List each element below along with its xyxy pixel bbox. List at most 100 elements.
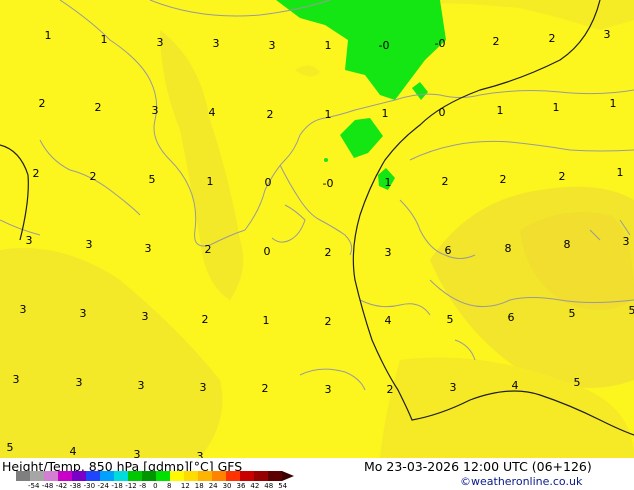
temperature-label: 4: [512, 379, 519, 392]
temperature-label: 5: [569, 307, 576, 320]
colorbar-tick-label: 24: [208, 482, 218, 490]
colorbar-segment: [16, 471, 31, 481]
colorbar-segment: [184, 471, 199, 481]
temperature-label: 3: [623, 235, 630, 248]
colorbar-segment: [226, 471, 241, 481]
temperature-label: 2: [39, 97, 46, 110]
weather-map-page: 1 1 3 3 3 1 -0 -0 2 2 3 2 2 3 4 2 1 1 0 1 1 1 2 2 5 1 0 -0 1 2 2 2 1 3 3 3 2…: [0, 0, 634, 490]
cool-zone-dot: [324, 158, 328, 162]
temperature-label: 3: [450, 381, 457, 394]
temperature-label: 3: [145, 242, 152, 255]
temperature-label: 2: [325, 315, 332, 328]
colorbar-segment: [142, 471, 157, 481]
temperature-label: 0: [265, 176, 272, 189]
temperature-label: 4: [209, 106, 216, 119]
temperature-label: 3: [76, 376, 83, 389]
temperature-label: 2: [387, 383, 394, 396]
colorbar-segment: [254, 471, 269, 481]
temperature-label: 6: [445, 244, 452, 257]
temperature-label: 2: [325, 246, 332, 259]
temperature-label: 0: [439, 106, 446, 119]
temperature-label: 3: [325, 383, 332, 396]
temperature-label: 3: [200, 381, 207, 394]
temperature-label: 2: [267, 108, 274, 121]
colorbar-tick-label: -48: [41, 482, 54, 490]
temperature-label: 4: [70, 445, 77, 458]
colorbar-segment: [114, 471, 129, 481]
temperature-label: 2: [493, 35, 500, 48]
map-footer: Height/Temp. 850 hPa [gdmp][°C] GFS Mo 2…: [0, 458, 634, 490]
colorbar-tick-label: -30: [83, 482, 96, 490]
temperature-label: 1: [207, 175, 214, 188]
temperature-label: 2: [549, 32, 556, 45]
colorbar-segment: [30, 471, 45, 481]
colorbar-tick-label: 42: [250, 482, 260, 490]
temperature-label: 1: [101, 33, 108, 46]
temperature-label: 1: [385, 176, 392, 189]
temperature-label: -0: [323, 177, 334, 190]
temperature-label: 1: [553, 101, 560, 114]
colorbar-segment: [128, 471, 143, 481]
colorbar-tick-label: -12: [125, 482, 137, 490]
temperature-label: 2: [95, 101, 102, 114]
colorbar-tick-label: 30: [222, 482, 232, 490]
temperature-label: 3: [26, 234, 33, 247]
colorbar-tick-label: 0: [153, 482, 158, 490]
colorbar-tick-label: -18: [111, 482, 123, 490]
colorbar-tick-label: 8: [167, 482, 172, 490]
temperature-label: 1: [382, 107, 389, 120]
colorbar-segment: [72, 471, 87, 481]
colorbar-segment: [44, 471, 59, 481]
temperature-label: 1: [45, 29, 52, 42]
temperature-label: 2: [262, 382, 269, 395]
temperature-label: 2: [205, 243, 212, 256]
temperature-label: -0: [435, 37, 446, 50]
temperature-label: 1: [610, 97, 617, 110]
colorbar-tick-label: -8: [139, 482, 147, 490]
temperature-label: 1: [325, 108, 332, 121]
colorbar-ticks: -54 -48 -42 -38 -30 -24 -18 -12 -8 0 8 12 18 24 30 36 42…: [0, 482, 634, 490]
colorbar-segment: [212, 471, 227, 481]
temperature-label: 5: [629, 304, 634, 317]
temperature-label: 2: [33, 167, 40, 180]
temperature-label: 5: [7, 441, 14, 454]
temperature-label: 5: [447, 313, 454, 326]
temperature-label: 1: [263, 314, 270, 327]
colorbar-tick-label: 12: [180, 482, 190, 490]
temperature-label: 3: [604, 28, 611, 41]
temperature-label: 5: [574, 376, 581, 389]
temperature-label: 1: [617, 166, 624, 179]
temperature-map: 1 1 3 3 3 1 -0 -0 2 2 3 2 2 3 4 2 1 1 0 1 1 1 2 2 5 1 0 -0 1 2 2 2 1 3 3 3 2…: [0, 0, 634, 458]
colorbar-segment: [170, 471, 185, 481]
colorbar-tick-label: -38: [69, 482, 82, 490]
temperature-label: 3: [152, 104, 159, 117]
temperature-label: 2: [442, 175, 449, 188]
temperature-label: 3: [213, 37, 220, 50]
temperature-label: 3: [20, 303, 27, 316]
temperature-label: 3: [142, 310, 149, 323]
colorbar-tick-label: 36: [236, 482, 246, 490]
temperature-label: 5: [149, 173, 156, 186]
colorbar-tick-label: -42: [55, 482, 68, 490]
temperature-label: 2: [202, 313, 209, 326]
colorbar-tick-label: 18: [194, 482, 204, 490]
colorbar-segment: [268, 471, 283, 481]
temperature-label: 3: [269, 39, 276, 52]
colorbar: [16, 471, 294, 481]
colorbar-segment: [156, 471, 171, 481]
colorbar-tick-label: -54: [28, 482, 40, 490]
temperature-label: 4: [385, 314, 392, 327]
temperature-label: 2: [559, 170, 566, 183]
colorbar-segment: [198, 471, 213, 481]
temperature-label: 3: [13, 373, 20, 386]
colorbar-segment: [86, 471, 101, 481]
temperature-label: 8: [505, 242, 512, 255]
colorbar-tick-label: 54: [278, 482, 288, 490]
colorbar-segment: [240, 471, 255, 481]
temperature-label: 1: [497, 104, 504, 117]
temperature-label: 2: [90, 170, 97, 183]
temperature-label: 0: [264, 245, 271, 258]
map-datetime: Mo 23-03-2026 12:00 UTC (06+126): [364, 459, 592, 474]
colorbar-segment: [100, 471, 115, 481]
temperature-label: 6: [508, 311, 515, 324]
